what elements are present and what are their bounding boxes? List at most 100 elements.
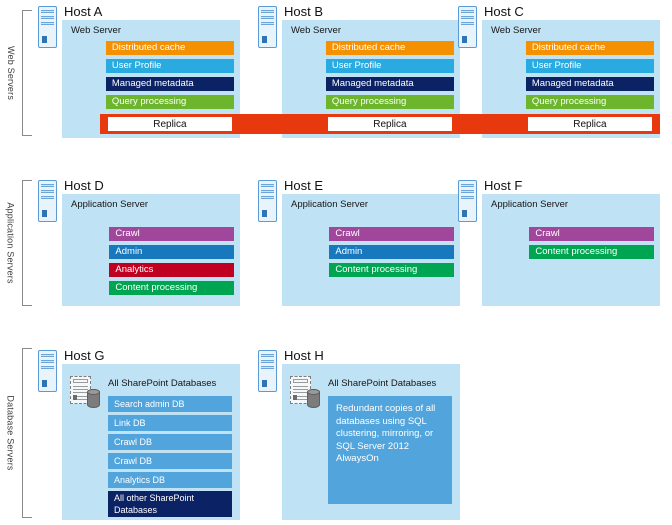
database-item: Analytics DB [108,472,232,488]
database-item: Link DB [108,415,232,431]
server-tower-icon [458,180,477,222]
database-item: Search admin DB [108,396,232,412]
service-bar-list: Crawl Content processing [529,227,654,263]
database-sheet-line [293,389,308,391]
database-list: Search admin DB Link DB Crawl DB Crawl DB An… [108,396,232,520]
tower-slot [261,360,274,363]
database-sheet-line [73,389,88,391]
host-role-label: Application Server [71,199,149,210]
host-role-label: Application Server [291,199,369,210]
service-bar: Content processing [109,281,234,295]
tower-slot [461,22,474,25]
service-bar: Admin [329,245,454,259]
tower-led-icon [262,36,267,43]
host-name-label: Host D [64,178,104,193]
tier-label-text: Web Servers [6,45,16,101]
host-name-label: Host H [284,348,324,363]
host-name-label: Host E [284,178,324,193]
tier-bracket-web [22,10,32,136]
database-group-label: All SharePoint Databases [328,378,437,389]
tower-led-icon [42,36,47,43]
tower-slot [461,196,474,199]
database-sheet-block [293,395,297,400]
tower-led-icon [462,210,467,217]
service-bar: Admin [109,245,234,259]
tower-slot [41,366,54,369]
replica-box: Replica [325,115,454,133]
tier-label-text: Application Servers [6,202,16,284]
database-cylinder-icon [307,389,320,408]
service-bar: User Profile [105,59,234,73]
tower-slot [41,10,54,13]
tower-slot [41,196,54,199]
host-name-label: Host F [484,178,523,193]
server-tower-icon [258,180,277,222]
redundancy-note: Redundant copies of all databases using … [328,396,452,504]
tower-slot [261,190,274,193]
tower-slot [461,190,474,193]
service-bar: Query processing [525,95,654,109]
host-name-label: Host G [64,348,105,363]
host-name-label: Host B [284,4,324,19]
host-name-label: Host C [484,4,524,19]
tower-slot [41,184,54,187]
tower-slot [461,16,474,19]
service-bar: Crawl [529,227,654,241]
service-bar-list: Crawl Admin Analytics Content processing [109,227,234,299]
database-item: Crawl DB [108,453,232,469]
database-group-label: All SharePoint Databases [108,378,217,389]
tier-bracket-app [22,180,32,306]
host-panel: Application Server Crawl Admin Analytics Con… [62,194,240,306]
database-item: Crawl DB [108,434,232,450]
service-bar: Distributed cache [105,41,234,55]
database-icon [70,376,100,408]
service-bar-list: Distributed cache User Profile Managed met… [105,41,234,113]
tower-slot [261,22,274,25]
host-role-label: Application Server [491,199,569,210]
replica-box: Replica [525,115,654,133]
tower-slot [261,366,274,369]
tower-slot [461,10,474,13]
tower-led-icon [462,36,467,43]
tower-slot [41,22,54,25]
tower-slot [41,354,54,357]
service-bar: Content processing [329,263,454,277]
tower-slot [261,184,274,187]
service-bar: Managed metadata [525,77,654,91]
tower-slot [41,360,54,363]
tower-led-icon [262,210,267,217]
tower-led-icon [42,380,47,387]
server-tower-icon [258,350,277,392]
service-bar: User Profile [325,59,454,73]
tower-slot [261,10,274,13]
tier-label-text: Database Servers [6,395,16,471]
tower-slot [461,184,474,187]
database-sheet-header [293,379,308,383]
service-bar: Query processing [105,95,234,109]
tier-label-app: Application Servers [2,176,20,310]
service-bar: Analytics [109,263,234,277]
database-sheet-line [293,386,308,387]
database-icon [290,376,320,408]
service-bar-list: Distributed cache User Profile Managed met… [525,41,654,113]
tower-slot [41,16,54,19]
service-bar: Distributed cache [525,41,654,55]
tower-slot [261,196,274,199]
service-bar-list: Distributed cache User Profile Managed met… [325,41,454,113]
service-bar: User Profile [525,59,654,73]
host-name-label: Host A [64,4,103,19]
database-sheet-block [73,395,77,400]
tower-led-icon [262,380,267,387]
service-bar: Crawl [329,227,454,241]
tower-slot [261,16,274,19]
tier-label-web: Web Servers [2,6,20,140]
service-bar: Content processing [529,245,654,259]
host-panel: All SharePoint Databases Redundant copies… [282,364,460,520]
server-tower-icon [38,6,57,48]
service-bar: Managed metadata [325,77,454,91]
tower-slot [261,354,274,357]
tier-label-db: Database Servers [2,344,20,522]
database-sheet-header [73,379,88,383]
service-bar: Distributed cache [325,41,454,55]
service-bar: Query processing [325,95,454,109]
